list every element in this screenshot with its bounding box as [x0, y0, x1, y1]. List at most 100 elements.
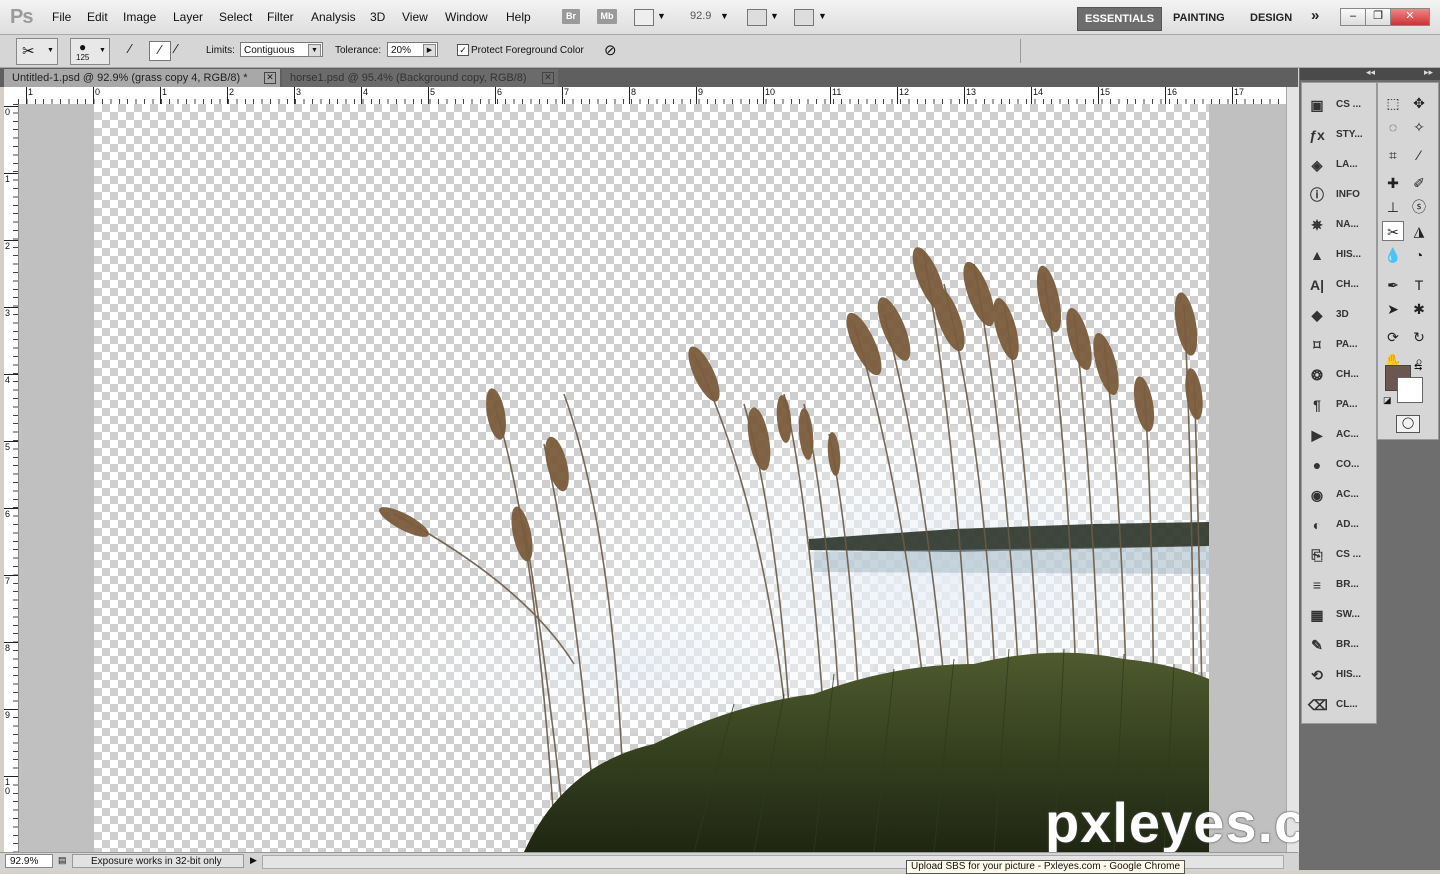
- more-workspaces-icon[interactable]: »: [1304, 5, 1326, 27]
- panel-button-adjustments[interactable]: ◉ AC...: [1308, 484, 1374, 506]
- blur-tool-icon[interactable]: 💧: [1382, 245, 1404, 265]
- panel-button-character[interactable]: A| CH...: [1308, 274, 1374, 296]
- panel-button-history[interactable]: ⟲ HIS...: [1308, 664, 1374, 686]
- zoom-field[interactable]: 92.9%: [5, 854, 53, 868]
- panel-button-brush-presets[interactable]: ≡ BR...: [1308, 574, 1374, 596]
- menu-3d[interactable]: 3D: [370, 10, 385, 24]
- panel-button-clone-source[interactable]: ⎘ CS ...: [1308, 544, 1374, 566]
- zoom-dropdown-icon[interactable]: ▼: [720, 11, 729, 21]
- expand-panels-icon[interactable]: ▸▸: [1424, 67, 1433, 78]
- canvas-workspace[interactable]: [19, 104, 1286, 852]
- dodge-tool-icon[interactable]: ◔: [1408, 245, 1430, 265]
- close-tab-icon[interactable]: ✕: [264, 72, 276, 84]
- ruler-left-number: 0: [5, 107, 11, 117]
- tolerance-input[interactable]: 20% ▶: [387, 42, 438, 57]
- photoshop-logo: Ps: [10, 6, 33, 28]
- history-brush-tool-icon[interactable]: ⓢ: [1408, 197, 1430, 217]
- panel-button-navigator[interactable]: ✵ NA...: [1308, 214, 1374, 236]
- minimize-button[interactable]: –: [1340, 8, 1366, 26]
- document-canvas[interactable]: [94, 104, 1209, 852]
- status-info-icon[interactable]: ▤: [58, 855, 67, 866]
- menu-filter[interactable]: Filter: [267, 10, 294, 24]
- tab-horse1[interactable]: horse1.psd @ 95.4% (Background copy, RGB…: [282, 69, 558, 87]
- menu-image[interactable]: Image: [123, 10, 156, 24]
- sampling-once-icon[interactable]: ⁄: [149, 41, 171, 61]
- eyedropper-tool-icon[interactable]: ⁄: [1408, 145, 1430, 165]
- view-extras-dropdown-icon[interactable]: ▼: [657, 11, 666, 21]
- sampling-background-swatch-icon[interactable]: ⁄: [175, 41, 177, 56]
- bridge-button[interactable]: Br: [562, 9, 580, 24]
- menu-help[interactable]: Help: [506, 10, 531, 24]
- menu-select[interactable]: Select: [219, 10, 252, 24]
- close-tab-icon[interactable]: ✕: [542, 72, 554, 84]
- move-tool-icon[interactable]: ✥: [1408, 93, 1430, 113]
- panel-button-layers[interactable]: ◈ LA...: [1308, 154, 1374, 176]
- arrange-documents-icon[interactable]: [747, 9, 767, 26]
- workspace-essentials[interactable]: ESSENTIALS: [1077, 7, 1163, 31]
- sampling-continuous-icon[interactable]: ⁄: [129, 41, 131, 56]
- panel-button-paths[interactable]: ⌑ PA...: [1308, 334, 1374, 356]
- panel-button-cs-live[interactable]: ▣ CS ...: [1308, 94, 1374, 116]
- panel-button-actions[interactable]: ▶ AC...: [1308, 424, 1374, 446]
- shape-tool-icon[interactable]: ✱: [1408, 299, 1430, 319]
- arrange-dropdown-icon[interactable]: ▼: [770, 11, 779, 21]
- menu-edit[interactable]: Edit: [87, 10, 108, 24]
- collapse-panels-icon[interactable]: ◂◂: [1366, 67, 1375, 78]
- menu-analysis[interactable]: Analysis: [311, 10, 356, 24]
- menu-file[interactable]: File: [52, 10, 71, 24]
- workspace-design[interactable]: DESIGN: [1243, 7, 1299, 29]
- panel-button-histogram[interactable]: ▲ HIS...: [1308, 244, 1374, 266]
- protect-foreground-checkbox[interactable]: ✓: [457, 44, 469, 56]
- zoom-level[interactable]: 92.9: [690, 10, 711, 22]
- brush-tool-icon[interactable]: ✐: [1408, 173, 1430, 193]
- marquee-tool-icon[interactable]: ⬚: [1382, 93, 1404, 113]
- workspace-painting[interactable]: PAINTING: [1166, 7, 1232, 29]
- magic-wand-tool-icon[interactable]: ✧: [1408, 117, 1430, 137]
- 3d-rotate-tool-icon[interactable]: ⟳: [1382, 327, 1404, 347]
- menu-window[interactable]: Window: [445, 10, 488, 24]
- limits-select[interactable]: Contiguous ▼: [240, 42, 323, 57]
- mini-bridge-button[interactable]: Mb: [597, 9, 617, 24]
- ruler-origin[interactable]: [4, 87, 19, 105]
- panel-button-adjust[interactable]: ◐ AD...: [1308, 514, 1374, 536]
- panel-button-color[interactable]: ● CO...: [1308, 454, 1374, 476]
- background-eraser-tool-icon[interactable]: ✂: [1382, 221, 1404, 241]
- paint-bucket-tool-icon[interactable]: ◮: [1408, 221, 1430, 241]
- path-selection-tool-icon[interactable]: ➤: [1382, 299, 1404, 319]
- pen-tool-icon[interactable]: ✒: [1382, 275, 1404, 295]
- panel-button-brushes[interactable]: ✎ BR...: [1308, 634, 1374, 656]
- screen-mode-dropdown-icon[interactable]: ▼: [818, 11, 827, 21]
- status-menu-arrow-icon[interactable]: ▶: [250, 855, 257, 866]
- ruler-top-tick: [629, 87, 630, 104]
- horizontal-ruler[interactable]: 1 0 1 2 3 4 5 6 7 8 9 10 11 12 13 14 15 16 17: [18, 87, 1286, 105]
- default-colors-icon[interactable]: ◪: [1383, 395, 1392, 406]
- vertical-scrollbar[interactable]: [1286, 87, 1299, 852]
- crop-tool-icon[interactable]: ⌗: [1382, 145, 1404, 165]
- healing-tool-icon[interactable]: ✚: [1382, 173, 1404, 193]
- panel-button-clone[interactable]: ⌫ CL...: [1308, 694, 1374, 716]
- close-window-button[interactable]: ✕: [1390, 8, 1430, 26]
- tool-preset-picker[interactable]: ✂ ▼: [16, 38, 58, 65]
- panel-button-swatches[interactable]: ▦ SW...: [1308, 604, 1374, 626]
- 3d-orbit-tool-icon[interactable]: ↻: [1408, 327, 1430, 347]
- panel-button-paragraph[interactable]: ¶ PA...: [1308, 394, 1374, 416]
- type-tool-icon[interactable]: T: [1408, 275, 1430, 295]
- tablet-pressure-icon[interactable]: ⊘: [604, 41, 617, 59]
- lasso-tool-icon[interactable]: ◌: [1382, 117, 1404, 137]
- panel-button-info[interactable]: ⓘ INFO: [1308, 184, 1374, 206]
- swap-colors-icon[interactable]: ⇆: [1414, 362, 1422, 373]
- panel-button-channels[interactable]: ❂ CH...: [1308, 364, 1374, 386]
- tab-untitled-1[interactable]: Untitled-1.psd @ 92.9% (grass copy 4, RG…: [4, 69, 280, 87]
- quick-mask-icon[interactable]: ◯: [1396, 415, 1420, 433]
- menu-view[interactable]: View: [402, 10, 428, 24]
- view-extras-button[interactable]: [634, 9, 654, 26]
- menu-layer[interactable]: Layer: [173, 10, 203, 24]
- screen-mode-icon[interactable]: [794, 9, 814, 26]
- restore-button[interactable]: ❐: [1365, 8, 1391, 26]
- panel-button-styles[interactable]: ƒx STY...: [1308, 124, 1374, 146]
- vertical-ruler[interactable]: 0 1 2 3 4 5 6 7 8 9 1 0: [4, 104, 19, 852]
- stamp-tool-icon[interactable]: ⊥: [1382, 197, 1404, 217]
- background-color-swatch[interactable]: [1397, 377, 1423, 403]
- brush-picker[interactable]: ● 125 ▼: [70, 38, 110, 65]
- panel-button-3d[interactable]: ◆ 3D: [1308, 304, 1374, 326]
